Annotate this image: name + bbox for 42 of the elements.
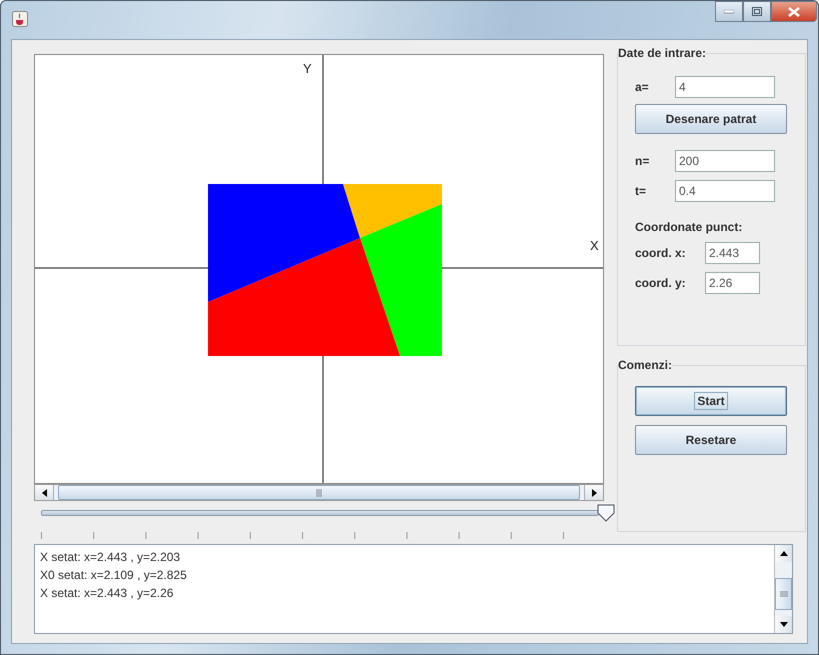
x-axis-label: X — [590, 238, 599, 253]
field-label: t= — [635, 184, 648, 198]
horizontal-scrollbar[interactable] — [34, 484, 604, 501]
maximize-button[interactable] — [743, 1, 771, 22]
scroll-left-button[interactable] — [35, 485, 54, 500]
section-title: Coordonate punct: — [635, 220, 744, 234]
up-arrow-icon — [780, 551, 788, 556]
close-icon — [788, 6, 800, 16]
down-arrow-icon — [780, 622, 788, 627]
input-field[interactable]: 2.26 — [705, 272, 760, 294]
cup-icon — [12, 11, 28, 27]
log-line: X0 setat: x=2.109 , y=2.825 — [40, 567, 188, 584]
input-field[interactable]: 200 — [675, 150, 775, 172]
maximize-icon — [752, 7, 762, 16]
minimize-icon — [724, 10, 734, 14]
scroll-thumb[interactable] — [58, 485, 580, 500]
left-arrow-icon — [42, 488, 46, 496]
input-field[interactable]: 2.443 — [705, 242, 760, 264]
close-button[interactable] — [771, 1, 817, 22]
slider-track[interactable] — [41, 504, 615, 522]
scroll-right-button[interactable] — [584, 485, 603, 500]
field-label: a= — [635, 80, 650, 94]
scroll-down-button[interactable] — [775, 616, 792, 633]
command-button[interactable]: Start — [635, 386, 787, 416]
draw-square-button[interactable]: Desenare patrat — [635, 104, 787, 134]
scroll-up-button[interactable] — [775, 545, 792, 562]
field-label: coord. y: — [635, 276, 687, 290]
right-arrow-icon — [592, 488, 596, 496]
input-field[interactable]: 0.4 — [675, 180, 775, 202]
field-label: n= — [635, 154, 650, 168]
vertical-scrollbar[interactable] — [774, 545, 792, 633]
input-field[interactable]: 4 — [675, 76, 775, 98]
command-button[interactable]: Resetare — [635, 425, 787, 455]
field-label: coord. x: — [635, 246, 687, 260]
scroll-thumb[interactable] — [775, 578, 792, 610]
group-title: Date de intrare: — [618, 46, 706, 60]
minimize-button[interactable] — [715, 1, 743, 22]
log-line: X setat: x=2.443 , y=2.26 — [40, 585, 174, 602]
y-axis-label: Y — [303, 61, 312, 76]
slider-thumb[interactable] — [597, 504, 615, 522]
group-title: Comenzi: — [618, 358, 672, 372]
log-line: X setat: x=2.443 , y=2.203 — [40, 549, 182, 566]
